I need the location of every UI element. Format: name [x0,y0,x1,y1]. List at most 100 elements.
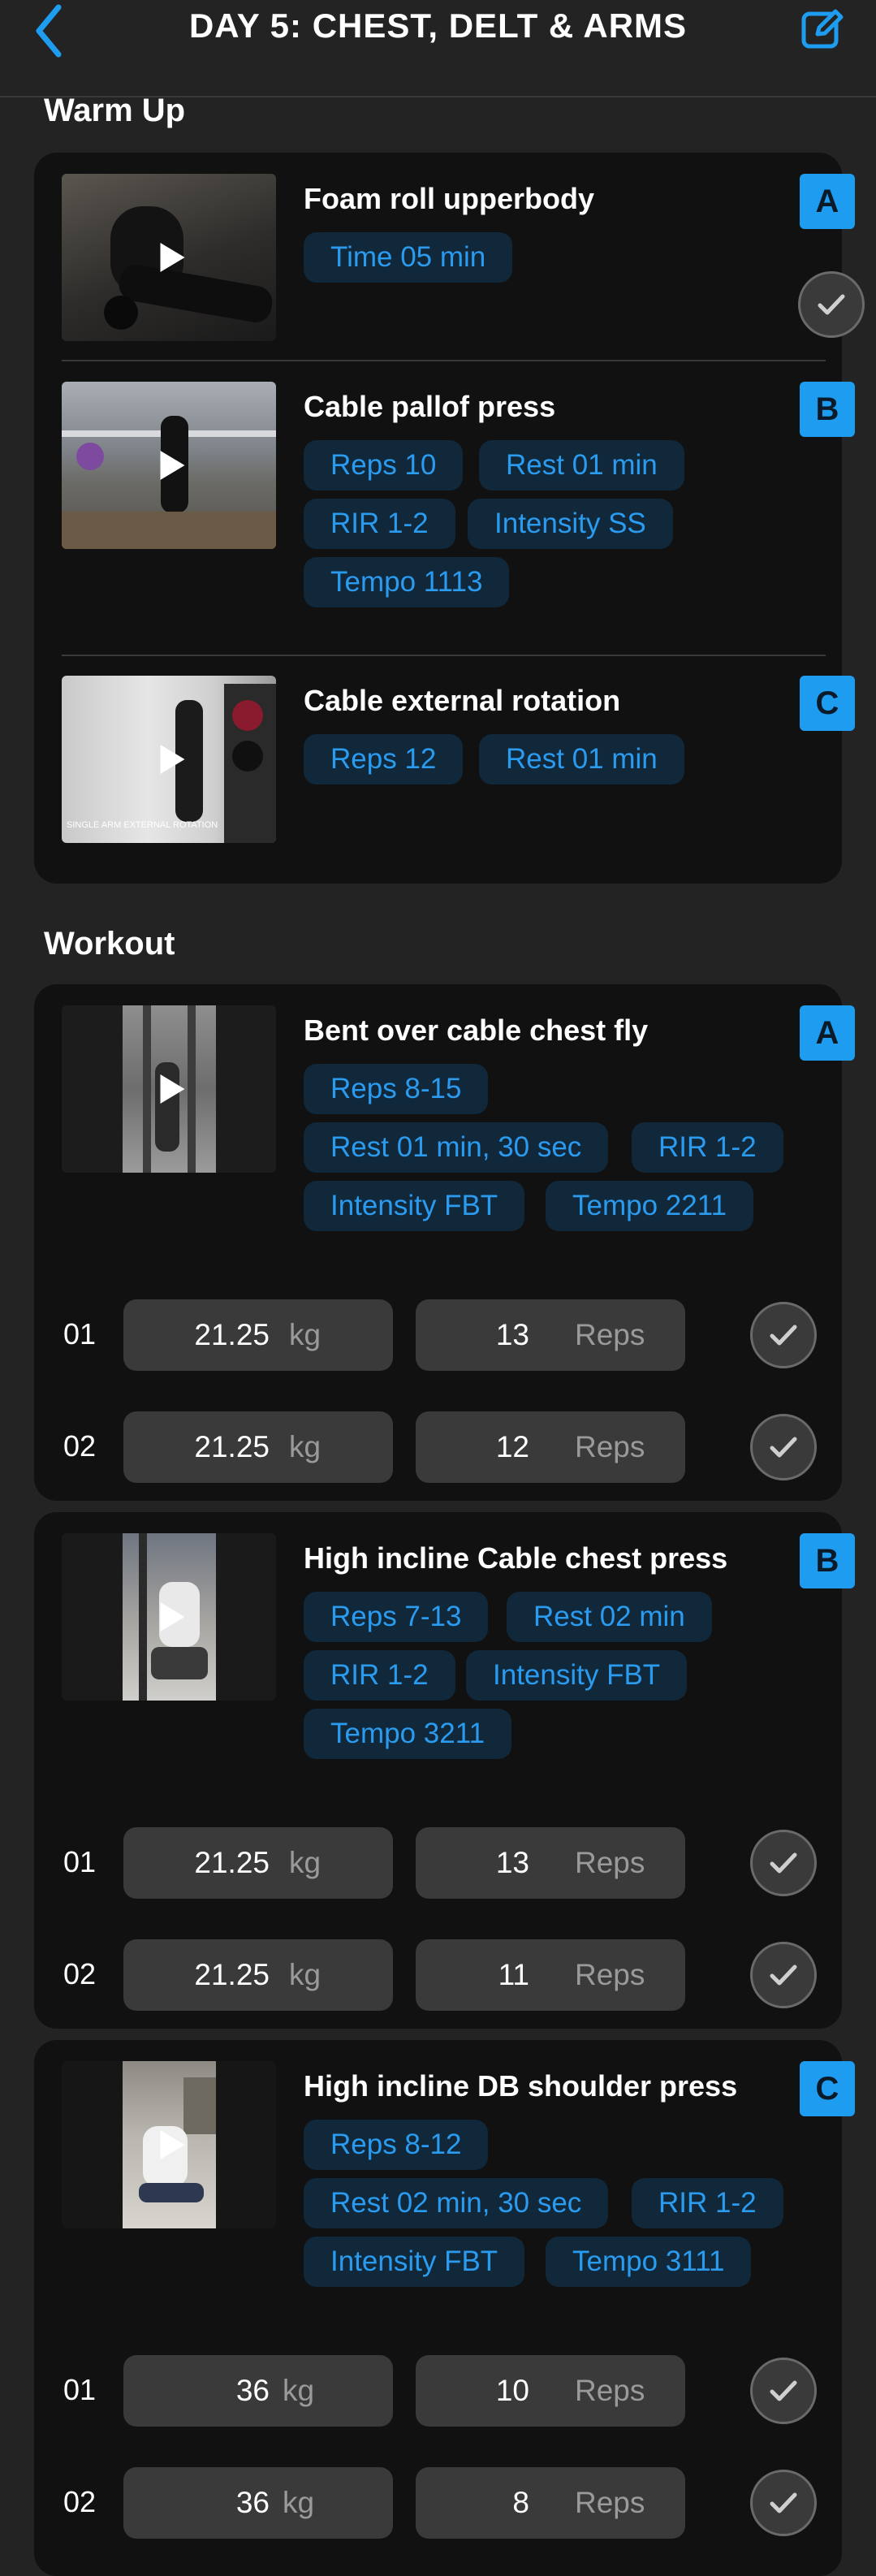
exercise-name: High incline DB shoulder press [304,2069,738,2103]
exercise-name: Cable external rotation [304,684,621,717]
tag-intensity: Intensity SS [468,499,673,549]
weight-unit: kg [283,2486,315,2519]
reps-unit: Reps [575,1846,645,1879]
exercise-item[interactable]: Bent over cable chest fly Reps 8-15 Rest… [62,1005,855,1249]
video-thumbnail[interactable] [62,1533,276,1701]
weight-input[interactable]: 21.25 kg [123,1939,393,2011]
reps-input[interactable]: 10 Reps [416,2355,685,2427]
weight-value: 21.25 [194,1430,270,1463]
set-complete-button[interactable] [750,1942,817,2008]
tag-intensity: Intensity FBT [304,1181,525,1231]
edit-button[interactable] [800,6,848,55]
exercise-name: Cable pallof press [304,390,556,423]
exercise-item[interactable]: SINGLE ARM EXTERNAL ROTATION Cable exter… [62,676,855,843]
exercise-item[interactable]: Cable pallof press Reps 10 Rest 01 min R… [62,382,855,625]
weight-value: 21.25 [194,1318,270,1351]
exercise-name: High incline Cable chest press [304,1541,728,1575]
section-title-warmup: Warm Up [44,93,186,128]
reps-unit: Reps [575,1430,645,1463]
tag-rest: Rest 01 min [479,734,684,784]
exercise-letter-badge: A [800,1005,855,1061]
check-icon [770,2380,797,2401]
tag-intensity: Intensity FBT [304,2237,525,2287]
set-complete-button[interactable] [750,1302,817,1368]
tag-intensity: Intensity FBT [466,1650,688,1701]
exercise-name: Foam roll upperbody [304,182,595,215]
set-complete-button[interactable] [750,2358,817,2424]
back-button[interactable] [32,0,81,61]
reps-value: 10 [495,2374,529,2407]
exercise-item[interactable]: High incline Cable chest press Reps 7-13… [62,1533,855,1777]
play-icon [160,2130,185,2159]
play-icon [160,451,185,480]
weight-input[interactable]: 21.25 kg [123,1299,393,1371]
reps-value: 11 [498,1958,529,1991]
video-thumbnail[interactable] [62,174,276,341]
tag-tempo: Tempo 1113 [304,557,510,607]
reps-unit: Reps [575,1958,645,1991]
page-title: DAY 5: CHEST, DELT & ARMS [188,6,688,45]
tag-reps: Reps 8-15 [304,1064,489,1114]
weight-input[interactable]: 36 kg [123,2467,393,2539]
weight-value: 36 [235,2374,270,2407]
complete-check-button[interactable] [798,271,865,338]
video-thumbnail[interactable] [62,2061,276,2228]
tag-reps: Reps 7-13 [304,1592,489,1642]
weight-input[interactable]: 21.25 kg [123,1827,393,1899]
thumbnail-caption: SINGLE ARM EXTERNAL ROTATION [67,820,218,830]
exercise-item[interactable]: High incline DB shoulder press Reps 8-12… [62,2061,855,2305]
reps-unit: Reps [575,2374,645,2407]
check-icon [770,1964,797,1986]
set-complete-button[interactable] [750,1414,817,1480]
check-icon [818,294,845,315]
tag-time: Time 05 min [304,232,513,283]
workout-card: High incline Cable chest press Reps 7-13… [34,1512,855,2029]
tag-rir: RIR 1-2 [304,499,455,549]
workout-card: High incline DB shoulder press Reps 8-12… [34,2040,855,2576]
weight-input[interactable]: 21.25 kg [123,1411,393,1483]
weight-input[interactable]: 36 kg [123,2355,393,2427]
tag-reps: Reps 10 [304,440,464,491]
set-complete-button[interactable] [750,1830,817,1896]
weight-unit: kg [289,1318,321,1351]
tag-tempo: Tempo 3111 [546,2237,752,2287]
exercise-item[interactable]: Foam roll upperbody Time 05 min A [62,174,865,341]
workout-card: Bent over cable chest fly Reps 8-15 Rest… [34,984,855,1501]
exercise-letter-badge: B [800,382,855,437]
divider [62,360,826,361]
set-number: 02 [63,2485,97,2518]
exercise-name: Bent over cable chest fly [304,1014,649,1047]
tag-rest: Rest 01 min [479,440,684,491]
weight-value: 21.25 [194,1958,270,1991]
warmup-card: Foam roll upperbody Time 05 min A Cable … [34,153,865,884]
reps-value: 13 [495,1846,529,1879]
video-thumbnail[interactable] [62,382,276,549]
reps-value: 12 [495,1430,529,1463]
set-number: 01 [63,1845,97,1878]
set-number: 01 [63,2373,97,2406]
reps-input[interactable]: 12 Reps [416,1411,685,1483]
reps-input[interactable]: 13 Reps [416,1827,685,1899]
video-thumbnail[interactable]: SINGLE ARM EXTERNAL ROTATION [62,676,276,843]
tag-rir: RIR 1-2 [304,1650,455,1701]
tag-reps: Reps 8-12 [304,2120,489,2170]
edit-icon [801,9,844,49]
chevron-left-icon [36,4,62,57]
reps-input[interactable]: 11 Reps [416,1939,685,2011]
check-icon [770,1437,797,1458]
exercise-letter-badge: B [800,1533,855,1588]
tag-rest: Rest 02 min, 30 sec [304,2178,609,2228]
video-thumbnail[interactable] [62,1005,276,1173]
weight-unit: kg [289,1430,321,1463]
top-bar: DAY 5: CHEST, DELT & ARMS [0,0,876,97]
tag-rir: RIR 1-2 [632,2178,783,2228]
set-complete-button[interactable] [750,2470,817,2536]
reps-input[interactable]: 8 Reps [416,2467,685,2539]
tag-reps: Reps 12 [304,734,464,784]
weight-value: 36 [235,2486,270,2519]
tag-rest: Rest 01 min, 30 sec [304,1122,609,1173]
reps-unit: Reps [575,2486,645,2519]
exercise-letter-badge: C [800,676,855,731]
reps-input[interactable]: 13 Reps [416,1299,685,1371]
play-icon [160,243,185,272]
